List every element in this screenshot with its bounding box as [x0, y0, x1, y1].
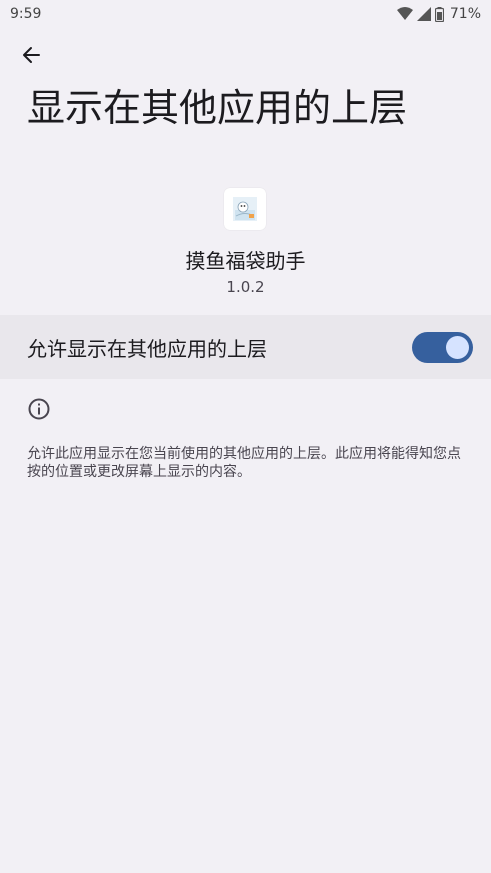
permission-switch[interactable] — [412, 331, 473, 363]
page-title: 显示在其他应用的上层 — [27, 86, 408, 130]
app-icon — [224, 188, 266, 230]
info-icon — [27, 397, 51, 421]
switch-thumb — [446, 335, 469, 359]
wifi-icon — [396, 7, 413, 21]
permission-description: 允许此应用显示在您当前使用的其他应用的上层。此应用将能得知您点按的位置或更改屏幕… — [27, 446, 461, 480]
back-button[interactable] — [14, 40, 48, 74]
battery-icon — [434, 6, 444, 22]
status-time: 9:59 — [10, 6, 42, 22]
permission-label: 允许显示在其他应用的上层 — [27, 336, 267, 361]
back-arrow-icon — [21, 45, 41, 69]
cell-signal-icon — [416, 7, 431, 21]
status-icons: 71% — [396, 6, 481, 22]
app-name: 摸鱼福袋助手 — [185, 249, 306, 273]
permission-toggle-row[interactable]: 允许显示在其他应用的上层 — [0, 315, 491, 379]
battery-percent: 71% — [449, 6, 481, 22]
app-version: 1.0.2 — [226, 278, 265, 296]
status-bar: 9:59 71% — [0, 0, 491, 28]
